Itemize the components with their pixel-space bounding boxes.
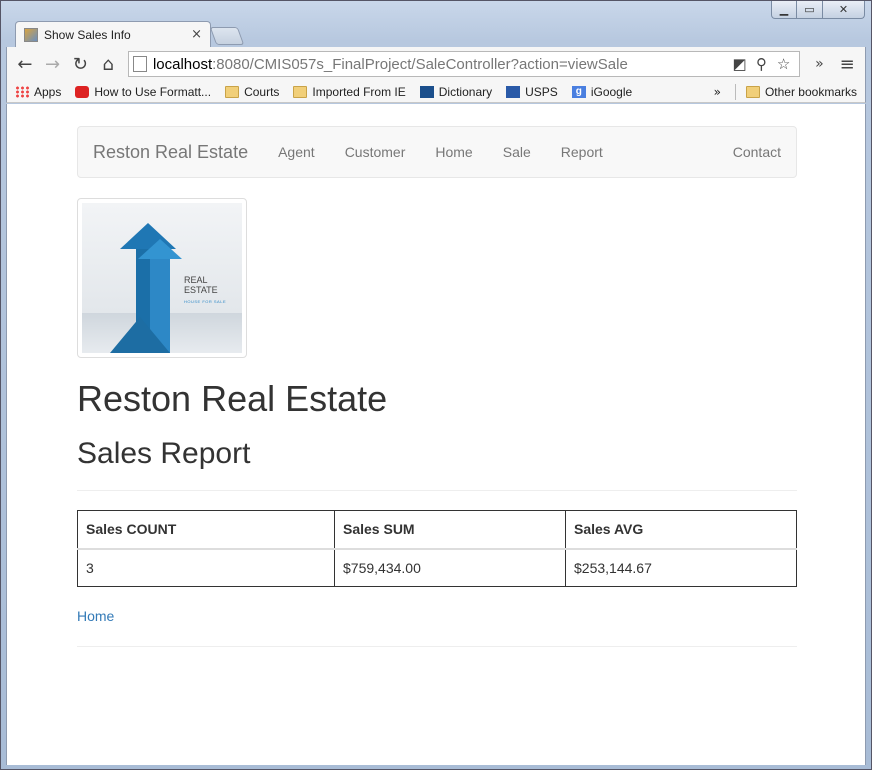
logo-line1: REAL [184, 275, 208, 285]
translate-icon[interactable]: ◩ [729, 54, 751, 74]
home-link[interactable]: Home [77, 608, 114, 624]
menu-icon[interactable]: ≡ [833, 50, 861, 78]
browser-toolbar: ← → ↻ ⌂ localhost:8080/CMIS057s_FinalPro… [6, 47, 866, 81]
page-subtitle: Sales Report [77, 437, 251, 470]
other-bookmarks-label: Other bookmarks [764, 84, 857, 99]
column-header: Sales SUM [334, 510, 566, 550]
nav-link-customer[interactable]: Customer [330, 144, 421, 160]
bookmark-label: Imported From IE [312, 84, 406, 99]
page-title: Reston Real Estate [77, 378, 388, 419]
bookmark-label: Dictionary [438, 84, 493, 99]
nav-link-sale[interactable]: Sale [488, 144, 546, 160]
forward-button[interactable]: → [39, 50, 67, 78]
bookmarks-bar: Apps How to Use Formatt... Courts Import… [6, 81, 866, 103]
table-row: 3 $759,434.00 $253,144.67 [77, 548, 797, 587]
bookmark-label: Apps [34, 84, 62, 99]
column-header: Sales AVG [565, 510, 797, 550]
site-navbar: Reston Real Estate Agent Customer Home S… [77, 126, 797, 178]
back-button[interactable]: ← [11, 50, 39, 78]
logo-text: REAL ESTATE [184, 275, 218, 295]
divider [77, 490, 797, 491]
sales-sum-cell: $759,434.00 [334, 548, 566, 587]
logo-line2: ESTATE [184, 285, 218, 295]
bookmarks-divider [734, 83, 736, 100]
nav-link-agent[interactable]: Agent [263, 144, 330, 160]
dictionary-icon [419, 85, 434, 98]
nav-link-report[interactable]: Report [546, 144, 618, 160]
folder-icon [225, 85, 240, 98]
extensions-overflow-icon[interactable]: » [806, 50, 834, 78]
minimize-button[interactable]: ▁ [771, 1, 797, 19]
divider [77, 646, 797, 647]
url-path: :8080/CMIS057s_FinalProject/SaleControll… [212, 55, 628, 73]
bookmark-how-to-use[interactable]: How to Use Formatt... [75, 85, 211, 99]
bookmark-label: How to Use Formatt... [94, 84, 212, 99]
sales-count-cell: 3 [77, 548, 335, 587]
reload-button[interactable]: ↻ [66, 50, 94, 78]
sales-report-table: Sales COUNT Sales SUM Sales AVG 3 $759,4… [77, 510, 797, 587]
new-tab-button[interactable] [209, 27, 245, 45]
usps-icon [506, 85, 521, 98]
close-window-button[interactable]: ✕ [823, 1, 865, 19]
window-controls: ▁ ▭ ✕ [771, 1, 865, 19]
browser-tab[interactable]: Show Sales Info × [15, 21, 211, 47]
real-estate-logo: REAL ESTATE HOUSE FOR SALE [82, 203, 242, 353]
nav-link-home[interactable]: Home [420, 144, 487, 160]
star-icon[interactable]: ☆ [773, 54, 795, 74]
browser-window: ▁ ▭ ✕ Show Sales Info × ← → ↻ ⌂ localhos… [0, 0, 872, 770]
logo-path [110, 317, 170, 353]
address-bar[interactable]: localhost:8080/CMIS057s_FinalProject/Sal… [127, 51, 800, 77]
bookmark-apps[interactable]: Apps [15, 85, 61, 99]
column-header: Sales COUNT [77, 510, 335, 550]
url-host: localhost [152, 55, 213, 73]
logo-arrow-head-small [138, 239, 182, 259]
bookmark-dictionary[interactable]: Dictionary [419, 84, 493, 99]
bookmark-label: Courts [244, 84, 280, 99]
bookmark-label: USPS [525, 84, 558, 99]
table-header-row: Sales COUNT Sales SUM Sales AVG [77, 510, 797, 550]
bookmark-igoogle[interactable]: g iGoogle [571, 84, 633, 99]
bookmark-label: iGoogle [590, 84, 633, 99]
page-icon [132, 56, 147, 72]
other-bookmarks[interactable]: Other bookmarks [745, 84, 857, 99]
google-icon: g [571, 85, 586, 98]
red-bookmark-icon [75, 85, 90, 98]
bookmark-courts[interactable]: Courts [225, 85, 279, 99]
logo-subtext: HOUSE FOR SALE [184, 299, 227, 304]
bookmarks-overflow-button[interactable]: » [714, 85, 721, 99]
nav-link-contact[interactable]: Contact [718, 144, 781, 160]
page-viewport: Reston Real Estate Agent Customer Home S… [6, 104, 866, 765]
url-text[interactable]: localhost:8080/CMIS057s_FinalProject/Sal… [153, 56, 729, 73]
navbar-brand[interactable]: Reston Real Estate [93, 142, 248, 163]
maximize-button[interactable]: ▭ [797, 1, 823, 19]
page-favicon-icon [24, 27, 38, 42]
home-button[interactable]: ⌂ [94, 50, 122, 78]
sales-avg-cell: $253,144.67 [565, 548, 797, 587]
folder-icon [745, 85, 760, 98]
tab-title: Show Sales Info [44, 27, 131, 42]
bookmark-usps[interactable]: USPS [506, 85, 558, 99]
logo-thumbnail: REAL ESTATE HOUSE FOR SALE [77, 198, 247, 358]
tab-close-button[interactable]: × [191, 27, 202, 42]
bookmark-imported-from-ie[interactable]: Imported From IE [293, 84, 406, 99]
apps-icon [15, 85, 29, 98]
zoom-icon[interactable]: ⚲ [751, 54, 773, 74]
folder-icon [293, 85, 308, 98]
